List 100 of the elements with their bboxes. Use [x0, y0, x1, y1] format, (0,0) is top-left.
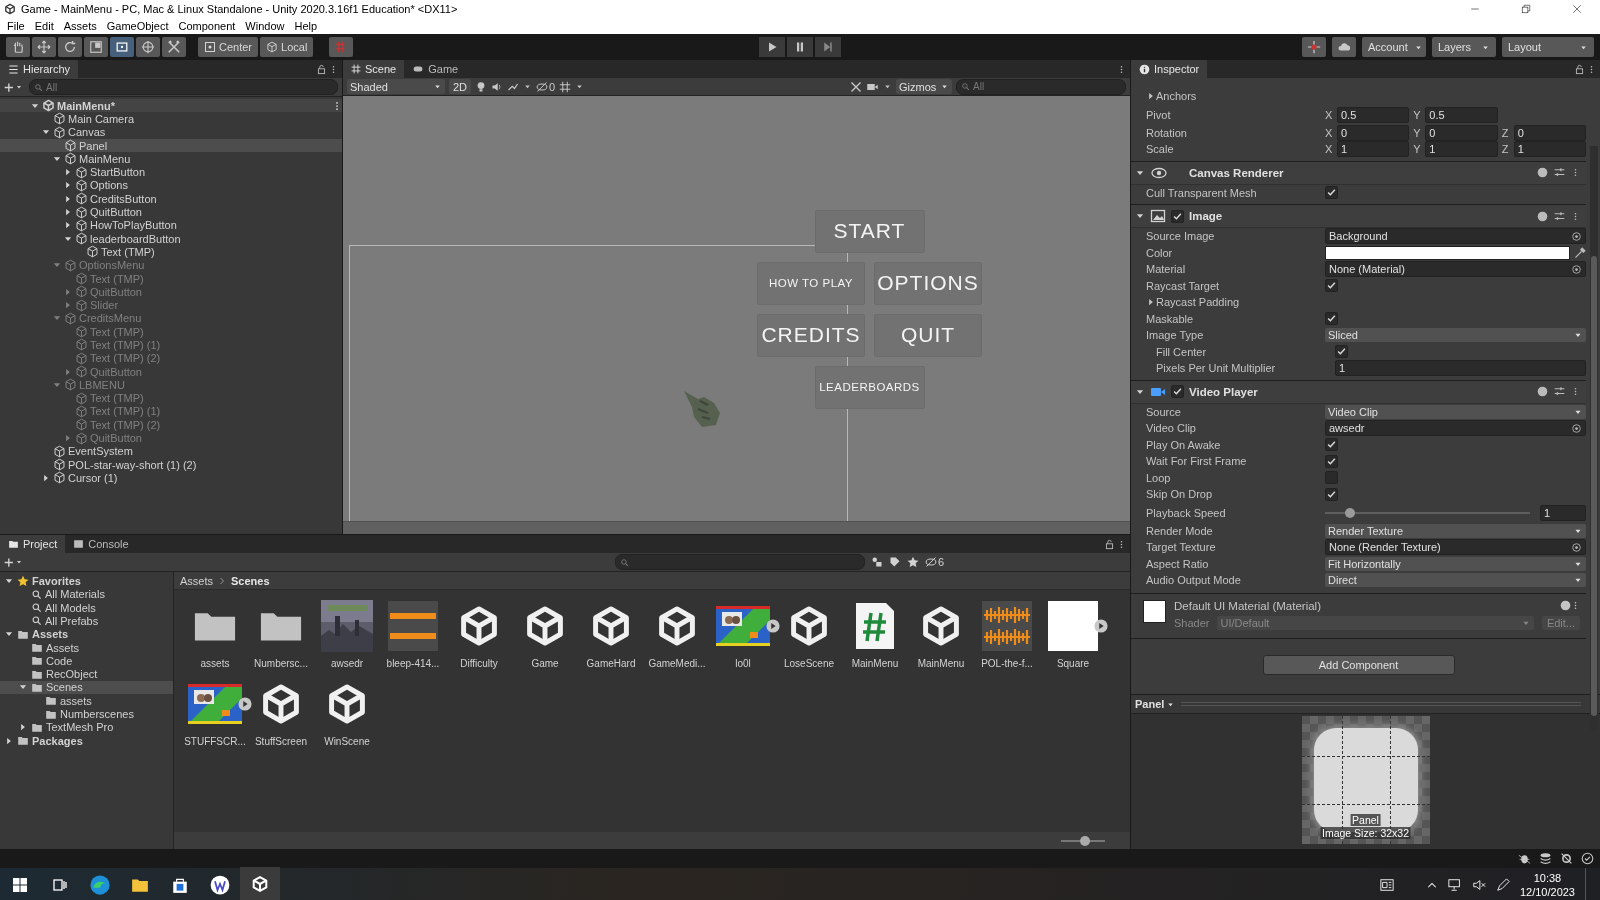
- layout-dropdown[interactable]: Layout: [1502, 37, 1594, 57]
- panel-tab[interactable]: Hierarchy: [0, 60, 79, 78]
- checkbox[interactable]: [1325, 471, 1338, 485]
- presets-icon[interactable]: [1554, 386, 1565, 397]
- game-object-row[interactable]: Options: [0, 178, 342, 193]
- collab-button[interactable]: [1302, 37, 1326, 57]
- game-object-row[interactable]: POL-star-way-short (1) (2): [0, 458, 342, 472]
- component-header[interactable]: Image: [1131, 204, 1586, 228]
- filter-type-icon[interactable]: [871, 556, 883, 569]
- dropdown[interactable]: Fit Horizontally: [1325, 556, 1586, 571]
- game-object-row[interactable]: MainMenu: [0, 152, 342, 166]
- object-field[interactable]: None (Render Texture): [1325, 539, 1586, 556]
- space-toggle[interactable]: Local: [260, 37, 314, 57]
- menu-button[interactable]: OPTIONS: [874, 262, 982, 305]
- component-header[interactable]: Video Player: [1131, 379, 1586, 404]
- slider-thumb[interactable]: [1344, 507, 1355, 518]
- game-object-row[interactable]: MainMenu*: [0, 99, 342, 113]
- component-header[interactable]: Canvas Renderer: [1131, 160, 1586, 185]
- checkbox[interactable]: [1325, 487, 1338, 501]
- muted-speaker-icon[interactable]: [1471, 877, 1486, 892]
- object-picker-icon[interactable]: [1571, 230, 1582, 242]
- speaker-icon[interactable]: [491, 80, 503, 93]
- tool-button[interactable]: [58, 37, 82, 57]
- checkbox[interactable]: [1171, 209, 1184, 223]
- color-swatch[interactable]: [1325, 245, 1570, 260]
- news-icon[interactable]: [1377, 877, 1396, 892]
- game-object-row[interactable]: StartButton: [0, 165, 342, 179]
- number-field[interactable]: 1: [1425, 141, 1498, 158]
- dropdown[interactable]: Video Clip: [1325, 404, 1586, 419]
- presets-icon[interactable]: [1554, 167, 1565, 178]
- shading-dropdown[interactable]: Shaded: [347, 79, 445, 94]
- play-icon[interactable]: [766, 619, 780, 634]
- add-button[interactable]: [4, 81, 23, 93]
- number-field[interactable]: 0.5: [1337, 106, 1410, 123]
- menu-item[interactable]: Window: [240, 18, 290, 34]
- grid-icon[interactable]: [559, 80, 572, 93]
- grid-snap-button[interactable]: [329, 37, 354, 57]
- game-object-row[interactable]: HowToPlayButton: [0, 218, 342, 232]
- tool-button[interactable]: [84, 37, 108, 57]
- game-object-row[interactable]: EventSystem: [0, 444, 342, 458]
- folder-tree-item[interactable]: Favorites: [0, 574, 173, 588]
- number-field[interactable]: 1: [1513, 141, 1586, 158]
- menu-item[interactable]: File: [2, 18, 30, 34]
- folder-tree-item[interactable]: Assets: [0, 627, 173, 641]
- hidden-objects-toggle[interactable]: 0: [536, 80, 556, 93]
- game-object-row[interactable]: Text (TMP): [0, 245, 342, 259]
- help-icon[interactable]: [1537, 386, 1548, 397]
- object-picker-icon[interactable]: [1571, 422, 1582, 434]
- asset-item[interactable]: awsedr: [314, 599, 380, 678]
- lock-icon[interactable]: [316, 63, 327, 75]
- checkbox[interactable]: [1325, 438, 1338, 452]
- pivot-toggle[interactable]: Center: [198, 37, 259, 57]
- pen-icon[interactable]: [1495, 877, 1510, 892]
- asset-item[interactable]: Square: [1040, 599, 1106, 678]
- panel-tab[interactable]: Project: [0, 535, 66, 554]
- taskbar-app[interactable]: [240, 867, 280, 900]
- folder-tree-item[interactable]: Code: [0, 654, 173, 668]
- menu-button[interactable]: QUIT: [874, 314, 982, 357]
- pause-button[interactable]: [787, 37, 813, 57]
- play-icon[interactable]: [238, 697, 252, 712]
- checkbox[interactable]: [1325, 312, 1338, 326]
- checkbox[interactable]: [1325, 279, 1338, 293]
- menu-button[interactable]: START: [814, 210, 925, 253]
- play-button[interactable]: [759, 37, 785, 57]
- object-field[interactable]: awsedr: [1325, 420, 1586, 437]
- number-field[interactable]: 1: [1335, 360, 1586, 377]
- asset-item[interactable]: GameHard: [578, 599, 644, 678]
- object-field[interactable]: Background: [1325, 228, 1586, 245]
- presets-icon[interactable]: [1554, 210, 1565, 222]
- folder-tree-item[interactable]: All Materials: [0, 587, 173, 601]
- number-field[interactable]: 1: [1540, 504, 1586, 521]
- light-bulb-icon[interactable]: [475, 80, 487, 93]
- hidden-packages-toggle[interactable]: 6: [925, 556, 945, 569]
- lock-icon[interactable]: [1574, 63, 1585, 75]
- dropdown[interactable]: Render Texture: [1325, 523, 1586, 538]
- folder-tree-item[interactable]: Packages: [0, 733, 173, 748]
- asset-item[interactable]: GameMedi...: [644, 599, 710, 678]
- menu-button[interactable]: CREDITS: [757, 314, 865, 357]
- panel-tab[interactable]: Inspector: [1131, 60, 1208, 78]
- asset-item[interactable]: MainMenu: [842, 599, 908, 678]
- cloud-button[interactable]: [1332, 37, 1356, 57]
- preview-dropdown[interactable]: Panel: [1135, 698, 1176, 710]
- folder-tree-item[interactable]: Numberscenes: [0, 707, 173, 721]
- game-object-row[interactable]: Cursor (1): [0, 471, 342, 485]
- number-field[interactable]: 1: [1337, 141, 1410, 158]
- help-icon[interactable]: [1537, 210, 1548, 222]
- folder-tree-item[interactable]: TextMesh Pro: [0, 720, 173, 734]
- add-button[interactable]: [4, 556, 23, 568]
- object-picker-icon[interactable]: [1571, 263, 1582, 275]
- folder-tree-item[interactable]: All Prefabs: [0, 614, 173, 628]
- object-field[interactable]: None (Material): [1325, 261, 1586, 278]
- checkbox[interactable]: [1335, 345, 1348, 359]
- star-icon[interactable]: [907, 556, 919, 569]
- help-icon[interactable]: [1560, 600, 1571, 611]
- game-object-row[interactable]: CreditsButton: [0, 192, 342, 206]
- lock-icon[interactable]: [1104, 538, 1115, 550]
- panel-tab[interactable]: Scene: [343, 60, 405, 78]
- tool-button[interactable]: [110, 37, 134, 57]
- menu-item[interactable]: GameObject: [101, 18, 174, 34]
- play-icon[interactable]: [1094, 619, 1108, 634]
